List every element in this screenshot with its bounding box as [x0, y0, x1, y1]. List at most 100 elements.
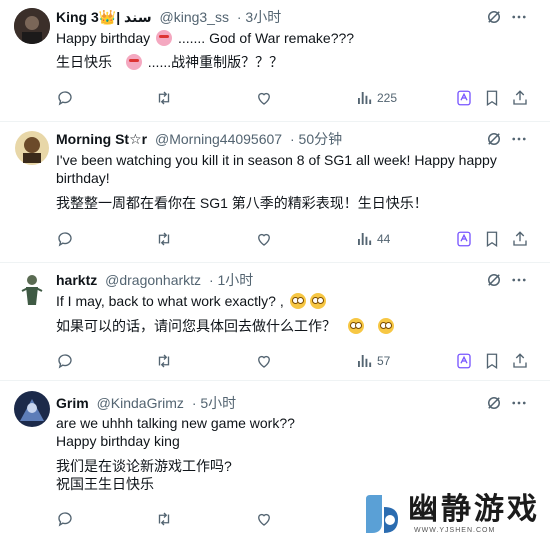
avatar[interactable] — [14, 391, 50, 427]
retweet-button[interactable] — [155, 89, 173, 107]
share-icon — [513, 353, 527, 368]
party-emoji-icon — [156, 30, 173, 46]
display-name[interactable]: Morning St☆r — [56, 131, 147, 147]
retweet-icon — [158, 232, 170, 246]
bookmark-icon — [486, 90, 498, 107]
tweet-text: 祝国王生日快乐 — [56, 476, 154, 492]
handle[interactable]: @Morning44095607 — [155, 131, 282, 147]
heart-icon — [258, 92, 270, 105]
tweet-text: are we uhhh talking new game work?? — [56, 415, 295, 431]
avatar[interactable] — [14, 130, 50, 166]
reply-icon — [58, 512, 72, 527]
like-button[interactable] — [255, 352, 273, 370]
views-icon — [358, 233, 372, 245]
reply-button[interactable] — [56, 230, 74, 248]
handle[interactable]: @king3_ss — [160, 9, 229, 25]
more-icon[interactable] — [510, 271, 528, 289]
tweet-text: Happy birthday king — [56, 433, 180, 449]
bookmark-icon — [486, 231, 498, 248]
reply-button[interactable] — [56, 352, 74, 370]
tweet-text: 我整整一周都在看你在 SG1 第八季的精彩表现！生日快乐！ — [56, 195, 428, 211]
views-count: 57 — [377, 354, 391, 368]
views-count: 44 — [377, 232, 391, 246]
share-button[interactable] — [511, 89, 529, 107]
tweet-text: ....... God of War remake??? — [177, 30, 355, 46]
translate-icon[interactable] — [485, 271, 503, 289]
reply-tweet: Morning St☆r @Morning44095607 · 50分钟 I'v… — [0, 122, 550, 263]
timestamp[interactable]: · 5小时 — [192, 395, 236, 411]
tweet-header: harktz @dragonharktz · 1小时 — [56, 271, 253, 289]
reply-tweet: harktz @dragonharktz · 1小时 If I may, bac… — [0, 263, 550, 380]
reply-icon — [58, 91, 72, 106]
timestamp[interactable]: · 1小时 — [209, 272, 253, 288]
tweet-text: I've been watching you kill it in season… — [56, 152, 497, 168]
grok-button[interactable] — [455, 352, 473, 370]
retweet-button[interactable] — [155, 352, 173, 370]
display-name[interactable]: Grim — [56, 395, 89, 411]
translate-icon[interactable] — [485, 394, 503, 412]
translate-icon[interactable] — [485, 8, 503, 26]
share-button[interactable] — [511, 230, 529, 248]
more-icon[interactable] — [510, 130, 528, 148]
translate-icon[interactable] — [485, 130, 503, 148]
bookmark-button[interactable] — [483, 89, 501, 107]
share-icon — [513, 231, 527, 246]
tweet-text-line: 生日快乐 ......战神重制版？？？ — [56, 53, 283, 71]
heart-icon — [258, 355, 270, 368]
like-button[interactable] — [255, 230, 273, 248]
retweet-button[interactable] — [155, 510, 173, 528]
reply-button[interactable] — [56, 510, 74, 528]
more-icon[interactable] — [510, 8, 528, 26]
grok-icon — [457, 231, 471, 247]
timestamp[interactable]: · 3小时 — [237, 9, 281, 25]
bookmark-icon — [486, 353, 498, 370]
party-emoji-icon — [125, 54, 142, 70]
more-icon[interactable] — [510, 394, 528, 412]
watermark-logo-icon — [366, 495, 398, 533]
views-count: 225 — [377, 91, 398, 105]
views-icon — [358, 92, 372, 104]
tweet-header: Morning St☆r @Morning44095607 · 50分钟 — [56, 130, 342, 148]
tweet-header: King 3👑| سند @king3_ss · 3小时 — [56, 8, 281, 26]
tweet-text: 我们是在谈论新游戏工作吗? — [56, 458, 232, 474]
retweet-icon — [158, 354, 170, 368]
tweet-text: 如果可以的话，请问您具体回去做什么工作？ — [56, 318, 336, 334]
views-button[interactable]: 44 — [355, 230, 390, 248]
like-button[interactable] — [255, 89, 273, 107]
handle[interactable]: @KindaGrimz — [97, 395, 184, 411]
retweet-button[interactable] — [155, 230, 173, 248]
tweet-text: 生日快乐 — [56, 54, 112, 70]
heart-icon — [258, 513, 270, 526]
share-button[interactable] — [511, 352, 529, 370]
avatar[interactable] — [14, 271, 50, 307]
reply-button[interactable] — [56, 89, 74, 107]
bookmark-button[interactable] — [483, 230, 501, 248]
bookmark-button[interactable] — [483, 352, 501, 370]
heart-icon — [258, 233, 270, 246]
tweet-text-line: 如果可以的话，请问您具体回去做什么工作？ — [56, 317, 396, 335]
display-name[interactable]: King 3👑| سند — [56, 9, 152, 25]
tweet-text-line: Happy birthday ....... God of War remake… — [56, 29, 354, 47]
watermark-url: WWW.YJSHEN.COM — [414, 527, 496, 534]
avatar[interactable] — [14, 8, 50, 44]
retweet-icon — [158, 91, 170, 105]
tweet-text-line: If I may, back to what work exactly? , — [56, 292, 328, 310]
views-button[interactable]: 225 — [355, 89, 397, 107]
tweet-text: ......战神重制版？？？ — [147, 54, 284, 70]
reply-icon — [58, 354, 72, 369]
reply-icon — [58, 232, 72, 247]
grok-button[interactable] — [455, 89, 473, 107]
display-name[interactable]: harktz — [56, 272, 97, 288]
tweet-text: If I may, back to what work exactly? , — [56, 293, 284, 309]
grok-icon — [457, 353, 471, 369]
views-button[interactable]: 57 — [355, 352, 390, 370]
share-icon — [513, 90, 527, 105]
tweet-text: Happy birthday — [56, 30, 151, 46]
like-button[interactable] — [255, 510, 273, 528]
handle[interactable]: @dragonharktz — [105, 272, 201, 288]
timestamp[interactable]: · 50分钟 — [290, 131, 342, 147]
grok-button[interactable] — [455, 230, 473, 248]
site-watermark: 幽静游戏 WWW.YJSHEN.COM — [362, 493, 542, 539]
retweet-icon — [158, 512, 170, 526]
tweet-text: birthday! — [56, 170, 110, 186]
